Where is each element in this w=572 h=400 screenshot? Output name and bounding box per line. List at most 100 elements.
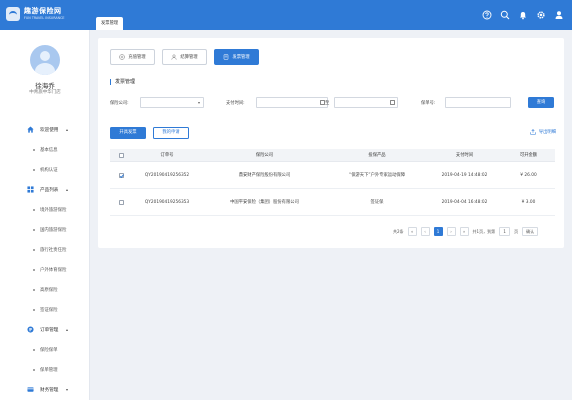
sidebar-item-visa[interactable]: 签证保险 xyxy=(0,300,90,320)
invoice-table: 订单号 保险公司 投保产品 支付时间 可开金额 QY20190419256352… xyxy=(110,149,555,216)
sidebar: 徐海乔 中青旅中华门店 欢迎使用 ▴ 基本信息 机构认证 产品列表 ▴ 境外旅游… xyxy=(0,30,90,400)
policy-filter-label: 保单号: xyxy=(421,101,436,106)
page-jump-input[interactable]: 1 xyxy=(499,227,511,236)
plus-circle-icon xyxy=(119,54,126,60)
header-checkbox-cell xyxy=(110,149,132,161)
chevron-down-icon: ▾ xyxy=(197,100,200,105)
sidebar-menu: 欢迎使用 ▴ 基本信息 机构认证 产品列表 ▴ 境外旅游保险 国内旅游保险 旅行… xyxy=(0,120,90,400)
table-header: 订单号 保险公司 投保产品 支付时间 可开金额 xyxy=(110,149,555,162)
bullet-icon xyxy=(33,269,35,271)
bullet-icon xyxy=(33,209,35,211)
page-number-current[interactable]: 1 xyxy=(433,227,443,236)
sidebar-group-label: 欢迎使用 xyxy=(40,128,59,133)
policy-number-input[interactable] xyxy=(445,97,511,108)
bullet-icon xyxy=(33,249,35,251)
column-header-company[interactable]: 保险公司 xyxy=(202,149,327,161)
tab-invoice[interactable]: 发票管理 xyxy=(214,49,259,65)
first-page-button[interactable]: « xyxy=(407,227,417,236)
table-row[interactable]: QY20190419256352 鼎安财产保险股份有限公司 “保游天下”户外专家… xyxy=(110,162,555,189)
sidebar-group-products[interactable]: 产品列表 ▴ xyxy=(0,180,90,200)
calendar-icon xyxy=(390,100,395,105)
column-header-order-no[interactable]: 订单号 xyxy=(132,149,202,161)
bullet-icon xyxy=(33,349,35,351)
section-title: 发票管理 xyxy=(110,79,135,85)
sidebar-item-label: 保单管理 xyxy=(40,368,58,373)
page-go-button[interactable]: 确认 xyxy=(522,227,539,236)
sidebar-item-label: 旅行社责任险 xyxy=(40,248,67,253)
sidebar-item-label: 国内旅游保险 xyxy=(40,228,67,233)
total-count: 共2条 xyxy=(393,228,404,234)
bullet-icon xyxy=(33,309,35,311)
pay-time: 2019-04-04 16:48:02 xyxy=(441,199,488,205)
paytime-start-input[interactable] xyxy=(256,97,328,108)
column-header-amount[interactable]: 可开金额 xyxy=(502,149,555,161)
paytime-end-input[interactable] xyxy=(334,97,398,108)
page-tab-strip: 发票管理 xyxy=(90,13,572,30)
company-filter-label: 保险公司: xyxy=(110,101,129,106)
brand-subtitle: FUN TRAVEL INSURANCE xyxy=(24,16,65,20)
row-checkbox[interactable] xyxy=(118,172,124,178)
sidebar-item-label: 签证保险 xyxy=(40,308,58,313)
sidebar-item-label: 保险保单 xyxy=(40,348,58,353)
column-header-product[interactable]: 投保产品 xyxy=(327,149,427,161)
query-button[interactable]: 查询 xyxy=(528,97,554,108)
user-org: 中青旅中华门店 xyxy=(29,90,61,95)
select-all-checkbox[interactable] xyxy=(118,152,124,158)
sidebar-group-label: 产品列表 xyxy=(40,188,59,193)
tab-invoice-management[interactable]: 发票管理 xyxy=(96,17,124,30)
order-icon xyxy=(27,326,34,333)
prev-page-button[interactable]: ‹ xyxy=(420,227,430,236)
row-checkbox[interactable] xyxy=(118,199,124,205)
page-info: 共1页，到第 xyxy=(472,228,496,234)
sidebar-group-welcome[interactable]: 欢迎使用 ▴ xyxy=(0,120,90,140)
export-details-link[interactable]: 导出明细 xyxy=(530,129,556,135)
date-range-separator: 至 xyxy=(325,101,330,106)
row-checkbox-cell xyxy=(110,162,132,188)
open-invoice-button[interactable]: 开具发票 xyxy=(110,127,146,139)
sidebar-item-label: 机构认证 xyxy=(40,168,58,173)
sidebar-item-plateau[interactable]: 高原保险 xyxy=(0,280,90,300)
brand-logo[interactable]: 趣游保险网 FUN TRAVEL INSURANCE xyxy=(6,5,86,25)
pagination: 共2条 « ‹ 1 › » 共1页，到第 1 页 确认 xyxy=(393,226,539,237)
row-checkbox-cell xyxy=(110,189,132,215)
insurance-company: 鼎安财产保险股份有限公司 xyxy=(238,173,291,178)
sidebar-item-domestic-travel[interactable]: 国内旅游保险 xyxy=(0,220,90,240)
sidebar-item-org-auth[interactable]: 机构认证 xyxy=(0,160,90,180)
sidebar-item-overseas-travel[interactable]: 境外旅游保险 xyxy=(0,200,90,220)
sidebar-item-policies[interactable]: 保险保单 xyxy=(0,340,90,360)
order-number: QY20190419256352 xyxy=(144,172,190,178)
sidebar-group-finance[interactable]: 财务管理 ▾ xyxy=(0,380,90,400)
order-number: QY20190419256353 xyxy=(144,199,190,205)
home-icon xyxy=(27,126,34,133)
bullet-icon xyxy=(33,289,35,291)
brand-title: 趣游保险网 xyxy=(24,7,62,15)
column-header-pay-time[interactable]: 支付时间 xyxy=(427,149,502,161)
bullet-icon xyxy=(33,369,35,371)
page-suffix: 页 xyxy=(514,228,519,234)
export-icon xyxy=(530,129,536,135)
export-label: 导出明细 xyxy=(538,130,556,135)
insurance-company: 中国平安保险（集团）股份有限公司 xyxy=(230,200,299,205)
pay-time: 2019-04-19 14:48:02 xyxy=(441,172,488,178)
table-row[interactable]: QY20190419256353 中国平安保险（集团）股份有限公司 签证保 20… xyxy=(110,189,555,216)
tab-settlement[interactable]: 结算管理 xyxy=(162,49,207,65)
sidebar-item-policy-management[interactable]: 保单管理 xyxy=(0,360,90,380)
next-page-button[interactable]: › xyxy=(446,227,456,236)
sidebar-item-label: 高原保险 xyxy=(40,288,58,293)
last-page-button[interactable]: » xyxy=(459,227,469,236)
tab-recharge[interactable]: 充值管理 xyxy=(110,49,155,65)
avatar[interactable] xyxy=(30,45,60,75)
bullet-icon xyxy=(33,229,35,231)
sidebar-item-basic-info[interactable]: 基本信息 xyxy=(0,140,90,160)
logo-icon xyxy=(6,7,20,21)
company-select[interactable]: ▾ xyxy=(140,97,204,108)
sidebar-group-orders[interactable]: 订单管理 ▴ xyxy=(0,320,90,340)
chevron-down-icon: ▾ xyxy=(66,387,69,392)
filter-bar: 保险公司: ▾ 支付时间: 至 保单号: 查询 xyxy=(110,97,554,109)
finance-icon xyxy=(27,387,34,392)
sidebar-item-outdoor-sports[interactable]: 户外体育保险 xyxy=(0,260,90,280)
category-tabs: 充值管理 结算管理 发票管理 xyxy=(110,49,259,65)
sidebar-item-agency-liability[interactable]: 旅行社责任险 xyxy=(0,240,90,260)
chevron-up-icon: ▴ xyxy=(66,127,69,132)
my-requests-button[interactable]: 我的申请 xyxy=(153,127,189,139)
